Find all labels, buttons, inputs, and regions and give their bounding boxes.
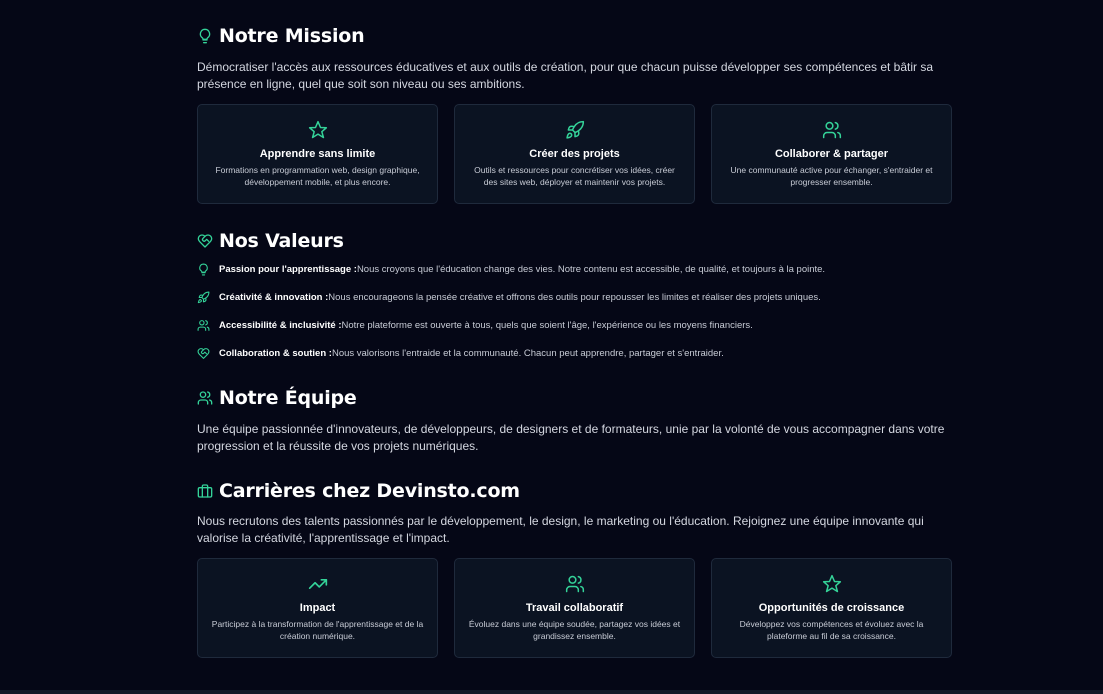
value-item: Accessibilité & inclusivité :Notre plate…	[197, 318, 956, 332]
mission-text: Démocratiser l'accès aux ressources éduc…	[197, 60, 934, 91]
users-icon	[822, 121, 841, 139]
heart-handshake-icon	[197, 234, 213, 248]
values-list: Passion pour l'apprentissage :Nous croyo…	[197, 262, 956, 374]
card-title: Créer des projets	[529, 148, 620, 160]
careers-heading: Carrières chez Devinsto.com	[197, 480, 520, 502]
briefcase-icon	[197, 484, 213, 498]
users-icon	[565, 575, 584, 593]
rocket-icon	[197, 291, 210, 303]
value-text: Nous encourageons la pensée créative et …	[328, 291, 821, 303]
career-card: Impact Participez à la transformation de…	[197, 558, 438, 658]
team-heading: Notre Équipe	[197, 387, 357, 409]
card-text: Évoluez dans une équipe soudée, partagez…	[468, 619, 681, 641]
card-title: Impact	[299, 602, 336, 614]
mission-card: Créer des projets Outils et ressources p…	[454, 104, 695, 204]
value-item: Passion pour l'apprentissage :Nous croyo…	[197, 262, 956, 276]
value-label: Collaboration & soutien :	[219, 347, 332, 359]
mission-card: Collaborer & partager Une communauté act…	[711, 104, 952, 204]
card-text: Formations en programmation web, design …	[215, 165, 420, 187]
value-item: Créativité & innovation :Nous encourageo…	[197, 290, 956, 304]
careers-text: Nous recrutons des talents passionnés pa…	[197, 514, 924, 545]
card-title: Travail collaboratif	[525, 602, 624, 614]
card-title: Opportunités de croissance	[758, 602, 905, 614]
heart-handshake-icon	[197, 347, 210, 359]
trending-up-icon	[308, 579, 327, 589]
career-card: Travail collaboratif Évoluez dans une éq…	[454, 558, 695, 658]
users-icon	[197, 391, 213, 405]
card-text: Développez vos compétences et évoluez av…	[739, 619, 924, 641]
card-title: Apprendre sans limite	[259, 148, 376, 160]
lightbulb-icon	[199, 28, 211, 44]
bottom-bar	[0, 690, 1103, 694]
card-text: Outils et ressources pour concrétiser vo…	[474, 165, 675, 187]
card-text: Participez à la transformation de l'appr…	[211, 619, 424, 641]
mission-card: Apprendre sans limite Formations en prog…	[197, 104, 438, 204]
card-text: Une communauté active pour échanger, s'e…	[730, 165, 933, 187]
mission-title: Notre Mission	[219, 25, 365, 47]
star-icon	[308, 120, 327, 139]
users-icon	[197, 319, 210, 331]
rocket-icon	[565, 120, 584, 139]
value-text: Nous valorisons l'entraide et la communa…	[331, 347, 724, 359]
values-heading: Nos Valeurs	[197, 230, 344, 252]
careers-cards: Impact Participez à la transformation de…	[197, 558, 956, 660]
value-label: Accessibilité & inclusivité :	[219, 319, 342, 331]
careers-title: Carrières chez Devinsto.com	[219, 480, 520, 502]
lightbulb-icon	[199, 263, 208, 275]
value-label: Passion pour l'apprentissage :	[219, 263, 357, 275]
team-title: Notre Équipe	[219, 387, 357, 409]
mission-cards: Apprendre sans limite Formations en prog…	[197, 104, 956, 206]
career-card: Opportunités de croissance Développez vo…	[711, 558, 952, 658]
value-item: Collaboration & soutien :Nous valorisons…	[197, 346, 956, 360]
value-label: Créativité & innovation :	[219, 291, 329, 303]
card-title: Collaborer & partager	[774, 148, 889, 160]
value-text: Notre plateforme est ouverte à tous, que…	[341, 319, 753, 331]
star-icon	[822, 574, 841, 593]
mission-heading: Notre Mission	[197, 25, 365, 47]
team-text: Une équipe passionnée d'innovateurs, de …	[197, 422, 945, 453]
value-text: Nous croyons que l'éducation change des …	[356, 263, 826, 275]
values-title: Nos Valeurs	[219, 230, 344, 252]
